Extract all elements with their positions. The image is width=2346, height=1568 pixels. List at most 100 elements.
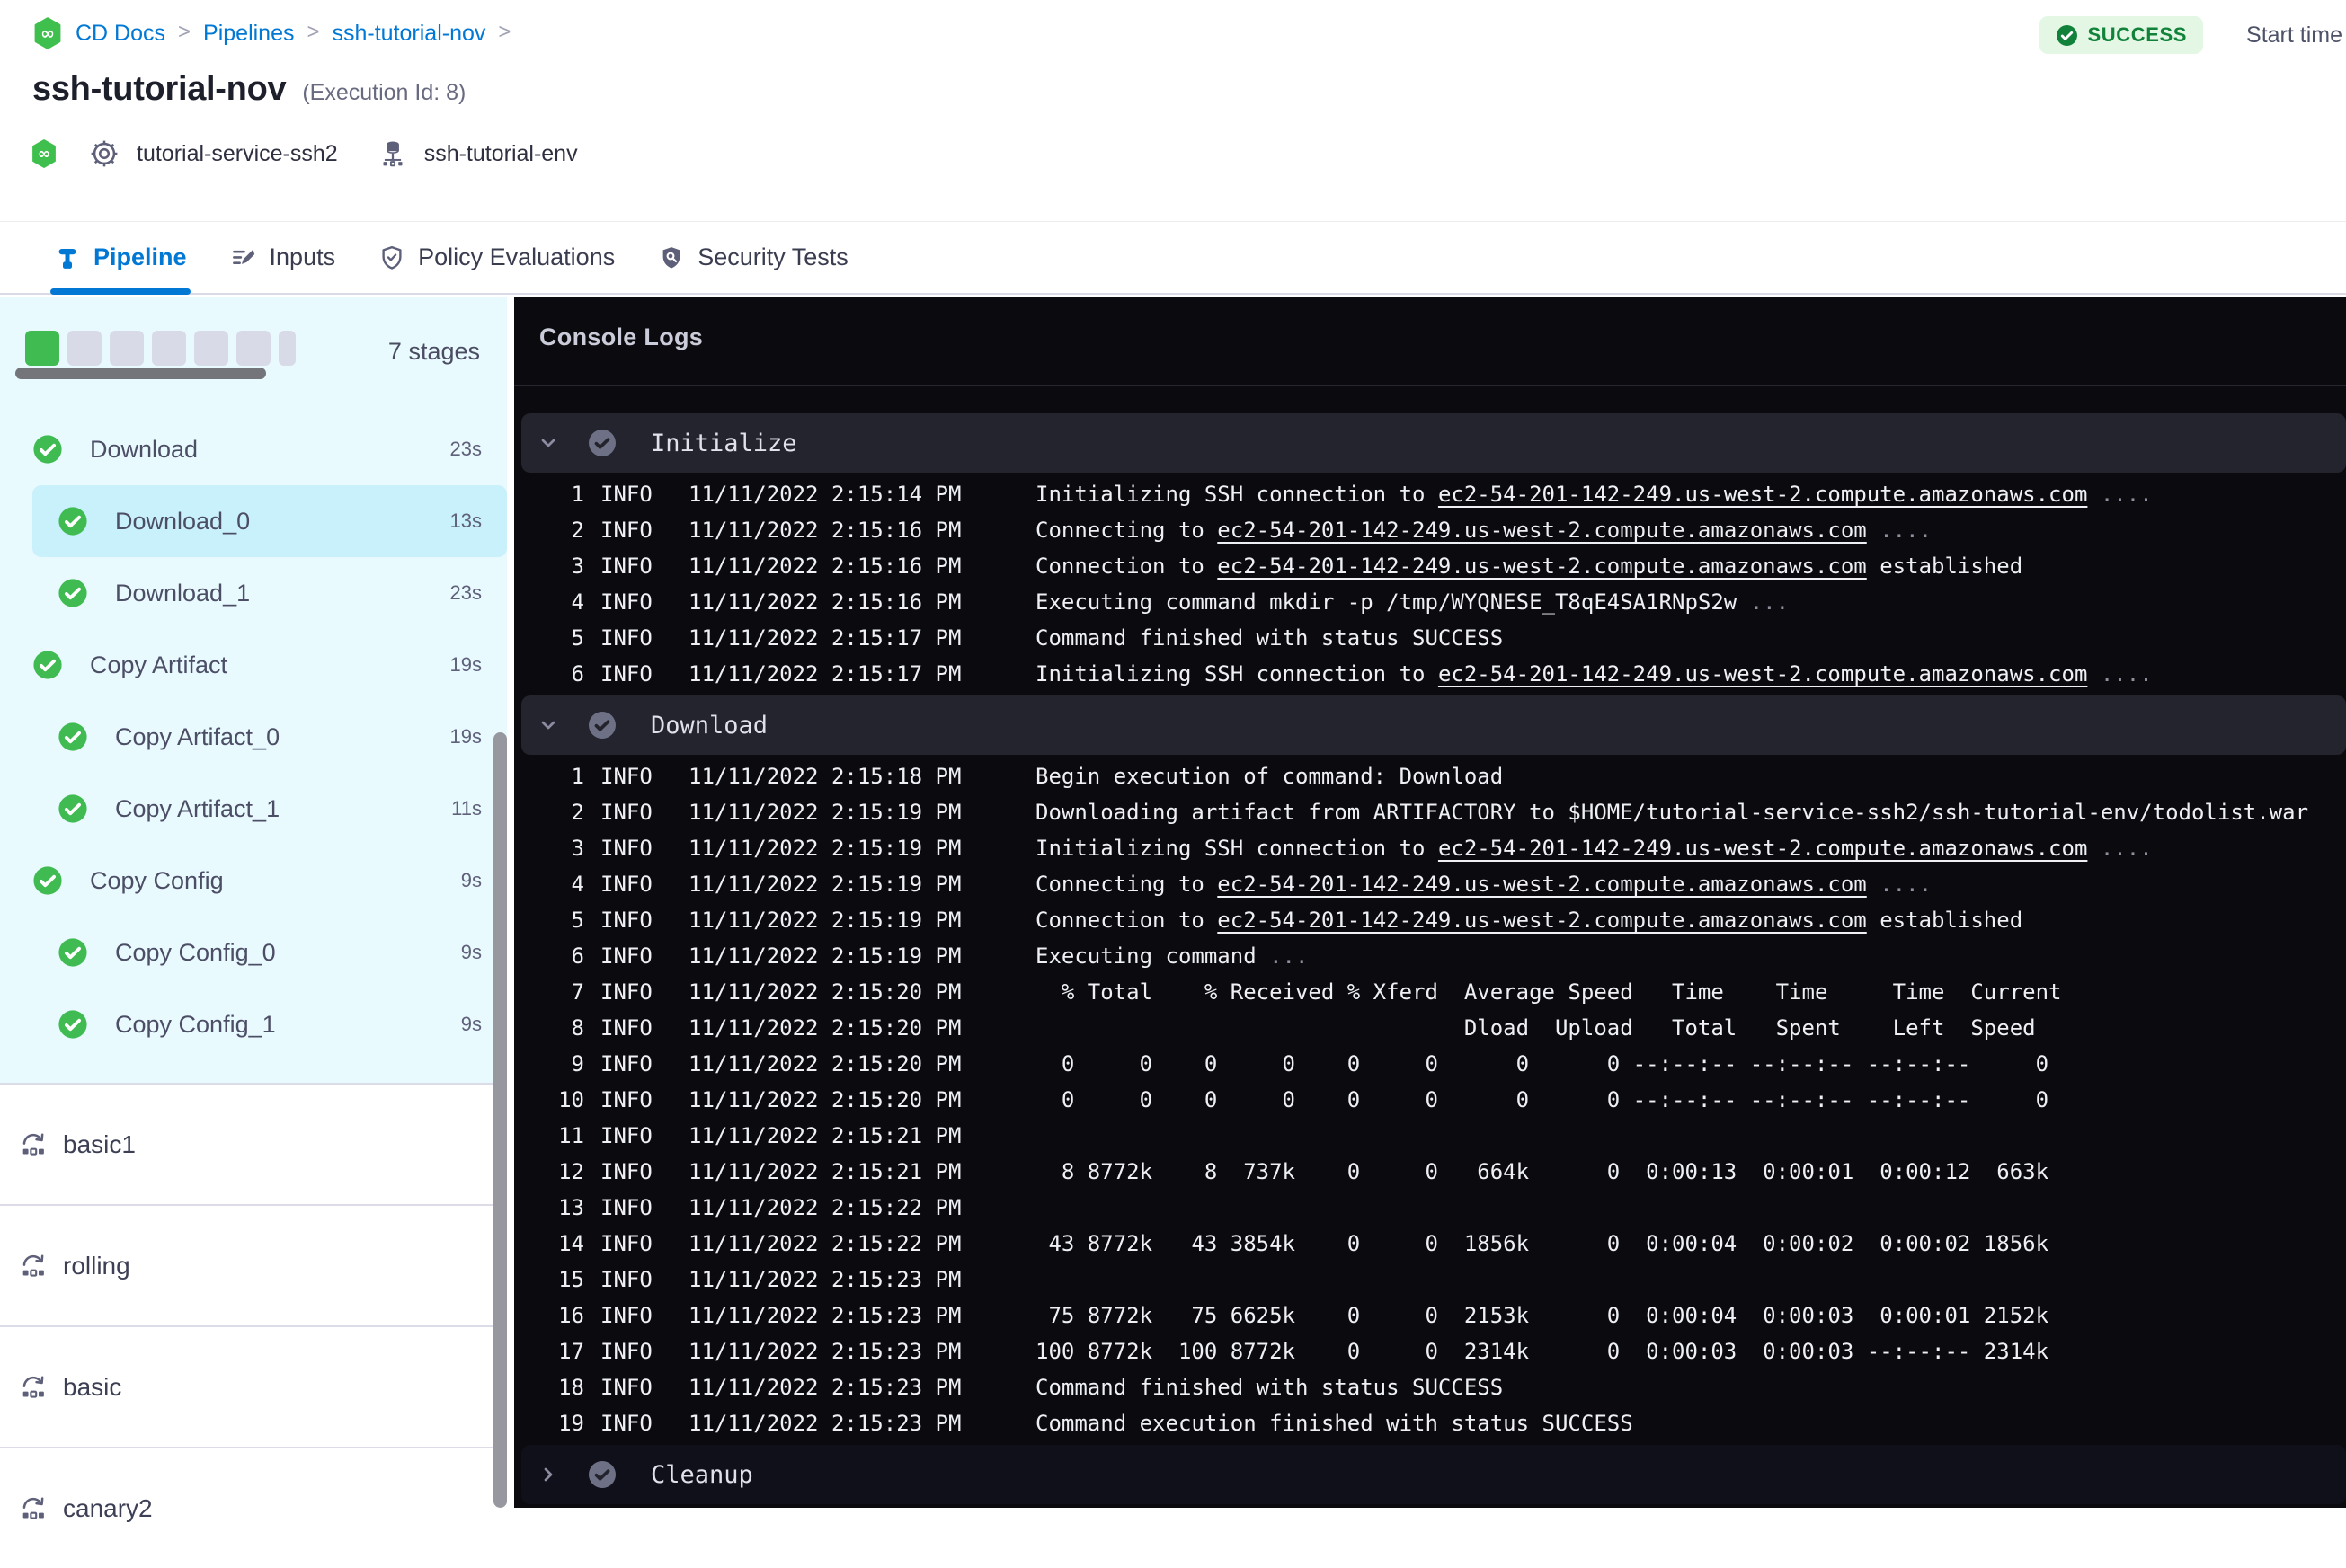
section-name: Cleanup [651, 1460, 753, 1489]
execution-row-basic[interactable]: basic [0, 1327, 507, 1448]
redeploy-icon [19, 1252, 48, 1280]
log-timestamp: 11/11/2022 2:15:22 PM [689, 1195, 962, 1220]
log-line-number: 4 [571, 589, 584, 615]
log-level: INFO [600, 589, 653, 615]
stage-name: Download_0 [115, 507, 251, 535]
log-text: Initializing SSH connection to [1035, 661, 1438, 687]
tab-security-tests[interactable]: Security Tests [658, 222, 849, 293]
log-level: INFO [600, 661, 653, 687]
stage-success-icon [58, 1009, 88, 1040]
log-section-header-download[interactable]: Download [521, 695, 2346, 755]
log-host-link[interactable]: ec2-54-201-142-249.us-west-2.compute.ama… [1438, 482, 2087, 507]
log-host-link[interactable]: ec2-54-201-142-249.us-west-2.compute.ama… [1217, 554, 1866, 579]
chevron-down-icon[interactable] [538, 432, 559, 454]
log-line-number: 1 [571, 764, 584, 789]
stage-row-copy-artifact-0[interactable]: Copy Artifact_0 19s [0, 701, 507, 773]
log-text: 0 0 0 0 0 0 0 0 --:--:-- --:--:-- --:--:… [1035, 1087, 2049, 1112]
log-line-number: 18 [558, 1375, 584, 1400]
log-line-number: 12 [558, 1159, 584, 1184]
log-line: 5 INFO 11/11/2022 2:15:17 PM Command finish… [514, 620, 2346, 656]
log-line: 1 INFO 11/11/2022 2:15:18 PM Begin executio… [514, 758, 2346, 794]
log-line-number: 16 [558, 1303, 584, 1328]
chevron-right-icon[interactable] [538, 1464, 559, 1485]
pipeline-icon [54, 244, 81, 271]
tab-pipeline[interactable]: Pipeline [50, 222, 191, 295]
tab-inputs[interactable]: Inputs [230, 222, 335, 293]
log-timestamp: 11/11/2022 2:15:23 PM [689, 1411, 962, 1436]
log-line-number: 6 [571, 943, 584, 969]
stage-success-icon [58, 722, 88, 752]
log-host-link[interactable]: ec2-54-201-142-249.us-west-2.compute.ama… [1438, 661, 2087, 687]
stage-duration: 9s [460, 941, 482, 963]
stage-success-icon [58, 937, 88, 968]
stage-row-download[interactable]: Download 23s [0, 413, 507, 485]
breadcrumb-separator: > [178, 20, 191, 44]
environment-name: ssh-tutorial-env [423, 140, 578, 166]
log-text: 75 8772k 75 6625k 0 0 2153k 0 0:00:04 0:… [1035, 1303, 2049, 1328]
breadcrumb-pipeline-name[interactable]: ssh-tutorial-nov [333, 21, 486, 47]
log-timestamp: 11/11/2022 2:15:19 PM [689, 872, 962, 897]
stage-success-icon [58, 793, 88, 824]
breadcrumb-cd-docs[interactable]: CD Docs [76, 21, 165, 47]
stage-row-copy-artifact[interactable]: Copy Artifact 19s [0, 629, 507, 701]
sidebar-scrollbar-thumb[interactable] [493, 732, 507, 1508]
log-level: INFO [600, 1159, 653, 1184]
service-name: tutorial-service-ssh2 [137, 140, 338, 166]
log-timestamp: 11/11/2022 2:15:23 PM [689, 1303, 962, 1328]
log-level: INFO [600, 554, 653, 579]
stage-row-copy-config[interactable]: Copy Config 9s [0, 845, 507, 917]
stage-row-copy-config-1[interactable]: Copy Config_1 9s [0, 988, 507, 1060]
stage-name: Copy Artifact_1 [115, 794, 280, 822]
log-line: 3 INFO 11/11/2022 2:15:16 PM Connection to … [514, 548, 2346, 584]
log-host-link[interactable]: ec2-54-201-142-249.us-west-2.compute.ama… [1438, 836, 2087, 861]
log-host-link[interactable]: ec2-54-201-142-249.us-west-2.compute.ama… [1217, 518, 1866, 543]
breadcrumb-pipelines[interactable]: Pipelines [203, 21, 294, 47]
log-level: INFO [600, 625, 653, 651]
log-timestamp: 11/11/2022 2:15:21 PM [689, 1123, 962, 1148]
status-badge: SUCCESS [2039, 16, 2204, 54]
tab-policy-evaluations-label: Policy Evaluations [418, 244, 616, 270]
horizontal-scrollbar[interactable] [15, 368, 266, 379]
redeploy-icon [19, 1494, 48, 1523]
stage-name: Download_1 [115, 579, 251, 607]
log-line-number: 3 [571, 836, 584, 861]
log-line: 18 INFO 11/11/2022 2:15:23 PM Command finis… [514, 1369, 2346, 1405]
stage-name: Copy Config_1 [115, 1010, 276, 1038]
log-level: INFO [600, 908, 653, 933]
stage-row-download-1[interactable]: Download_1 23s [0, 557, 507, 629]
log-timestamp: 11/11/2022 2:15:16 PM [689, 518, 962, 543]
log-timestamp: 11/11/2022 2:15:23 PM [689, 1339, 962, 1364]
log-timestamp: 11/11/2022 2:15:16 PM [689, 554, 962, 579]
tab-bar: Pipeline Inputs Policy Evaluations Secur… [0, 221, 2346, 295]
stage-row-download-0[interactable]: Download_0 13s [32, 485, 507, 557]
log-timestamp: 11/11/2022 2:15:20 PM [689, 979, 962, 1005]
log-timestamp: 11/11/2022 2:15:19 PM [689, 908, 962, 933]
log-timestamp: 11/11/2022 2:15:19 PM [689, 943, 962, 969]
log-section-header-cleanup[interactable]: Cleanup [521, 1445, 2346, 1504]
log-line-number: 4 [571, 872, 584, 897]
execution-row-basic1[interactable]: basic1 [0, 1085, 507, 1206]
stage-row-copy-config-0[interactable]: Copy Config_0 9s [0, 917, 507, 988]
gear-icon [88, 137, 120, 170]
execution-row-canary2[interactable]: canary2 [0, 1448, 507, 1568]
execution-row-rolling[interactable]: rolling [0, 1206, 507, 1327]
log-host-link[interactable]: ec2-54-201-142-249.us-west-2.compute.ama… [1217, 908, 1866, 933]
meta-row: ∞ tutorial-service-ssh2 ssh-tutorial-env [29, 133, 578, 174]
log-level: INFO [600, 1267, 653, 1292]
executions-panel: basic1 rolling basic canary2 [0, 1083, 507, 1522]
stage-row-copy-artifact-1[interactable]: Copy Artifact_1 11s [0, 773, 507, 845]
stage-progress-square [152, 331, 186, 366]
log-host-link[interactable]: ec2-54-201-142-249.us-west-2.compute.ama… [1217, 872, 1866, 897]
log-text: Connection to [1035, 908, 1218, 933]
log-text: 0 0 0 0 0 0 0 0 --:--:-- --:--:-- --:--:… [1035, 1051, 2049, 1076]
log-text: Initializing SSH connection to [1035, 836, 1438, 861]
stage-duration: 11s [451, 797, 482, 819]
log-text: Connection to [1035, 554, 1218, 579]
log-timestamp: 11/11/2022 2:15:20 PM [689, 1051, 962, 1076]
log-section-header-initialize[interactable]: Initialize [521, 413, 2346, 473]
execution-name: basic [63, 1372, 122, 1401]
log-line-number: 5 [571, 625, 584, 651]
tab-policy-evaluations[interactable]: Policy Evaluations [378, 222, 615, 293]
log-text: 100 8772k 100 8772k 0 0 2314k 0 0:00:03 … [1035, 1339, 2049, 1364]
chevron-down-icon[interactable] [538, 714, 559, 736]
